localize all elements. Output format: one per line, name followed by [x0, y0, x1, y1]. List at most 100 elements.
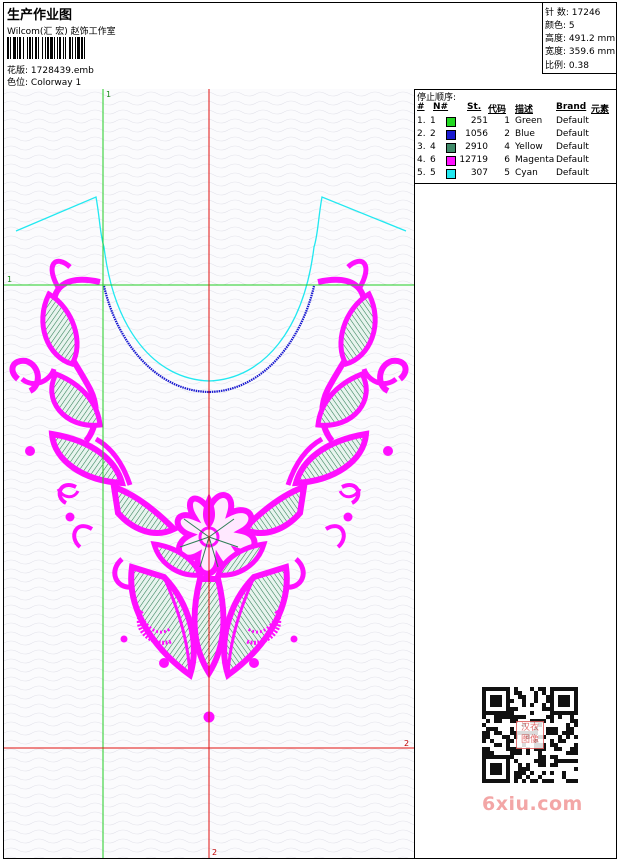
stitch-count-value: 17246 — [571, 8, 601, 18]
qr-module — [546, 695, 550, 699]
qr-module — [510, 699, 514, 703]
qr-module — [550, 779, 554, 783]
barcode-bar — [19, 37, 21, 59]
qr-module — [498, 731, 502, 735]
qr-module — [526, 775, 530, 779]
qr-module — [558, 711, 562, 715]
design-height-label: 高度: — [545, 34, 567, 44]
qr-module — [546, 707, 550, 711]
qr-module — [490, 695, 494, 699]
qr-module — [506, 715, 510, 719]
qr-module — [518, 695, 522, 699]
qr-module — [490, 687, 494, 691]
row-description: Green — [515, 116, 543, 126]
barcode-bar — [81, 37, 83, 59]
qr-module — [534, 691, 538, 695]
qr-module — [570, 747, 574, 751]
qr-module — [482, 711, 486, 715]
qr-module — [554, 747, 558, 751]
qr-module — [514, 707, 518, 711]
qr-module — [566, 699, 570, 703]
qr-module — [570, 715, 574, 719]
qr-module — [494, 699, 498, 703]
qr-module — [550, 691, 554, 695]
qr-module — [486, 779, 490, 783]
qr-module — [570, 727, 574, 731]
qr-module — [506, 703, 510, 707]
barcode-bar — [57, 37, 58, 59]
qr-module — [482, 751, 486, 755]
barcode-bar — [63, 37, 64, 59]
qr-module — [486, 687, 490, 691]
qr-module — [546, 731, 550, 735]
qr-module — [562, 771, 566, 775]
qr-module — [510, 739, 514, 743]
qr-module — [538, 751, 542, 755]
qr-module — [566, 751, 570, 755]
qr-module — [574, 747, 578, 751]
qr-module — [510, 719, 514, 723]
qr-module — [482, 699, 486, 703]
qr-module — [538, 755, 542, 759]
header-index: # — [417, 102, 425, 112]
qr-module — [486, 711, 490, 715]
qr-module — [506, 691, 510, 695]
qr-module — [506, 699, 510, 703]
qr-module — [510, 747, 514, 751]
qr-module — [566, 731, 570, 735]
qr-module — [490, 699, 494, 703]
qr-module — [490, 755, 494, 759]
design-scale-value: 0.38 — [568, 61, 589, 71]
qr-module — [506, 779, 510, 783]
qr-module — [570, 759, 574, 763]
qr-module — [518, 775, 522, 779]
qr-module — [550, 687, 554, 691]
qr-module — [498, 715, 502, 719]
qr-module — [502, 735, 506, 739]
qr-module — [562, 687, 566, 691]
qr-module — [494, 687, 498, 691]
qr-module — [482, 715, 486, 719]
row-brand: Default — [556, 129, 589, 139]
qr-module — [562, 703, 566, 707]
qr-module — [574, 719, 578, 723]
red-guide-vertical-label: 2 — [212, 848, 217, 857]
qr-module — [506, 711, 510, 715]
qr-module — [574, 687, 578, 691]
qr-module — [538, 775, 542, 779]
qr-module — [518, 691, 522, 695]
barcode-bar — [77, 37, 80, 59]
qr-module — [490, 763, 494, 767]
qr-module — [534, 779, 538, 783]
qr-module — [494, 703, 498, 707]
qr-module — [566, 711, 570, 715]
row-needle: 1 — [430, 116, 436, 126]
qr-module — [482, 703, 486, 707]
qr-module — [558, 715, 562, 719]
qr-module — [574, 711, 578, 715]
qr-module — [550, 719, 554, 723]
color-swatch — [446, 169, 456, 179]
header-brand: Brand — [556, 102, 587, 112]
qr-module — [482, 731, 486, 735]
qr-module — [570, 751, 574, 755]
qr-module — [506, 755, 510, 759]
header-code: 代码 — [488, 105, 507, 115]
qr-module — [494, 767, 498, 771]
qr-module — [522, 779, 526, 783]
qr-module — [522, 767, 526, 771]
header-needle: N# — [433, 102, 449, 112]
colorway-row: 色位: Colorway 1 — [7, 75, 81, 88]
qr-module — [482, 775, 486, 779]
qr-module — [566, 759, 570, 763]
qr-module — [542, 779, 546, 783]
qr-module — [506, 771, 510, 775]
qr-module — [538, 687, 542, 691]
qr-module — [530, 779, 534, 783]
qr-module — [498, 699, 502, 703]
qr-module — [530, 771, 534, 775]
qr-module — [498, 695, 502, 699]
qr-module — [498, 763, 502, 767]
row-index: 1. — [417, 116, 426, 126]
qr-module — [570, 719, 574, 723]
